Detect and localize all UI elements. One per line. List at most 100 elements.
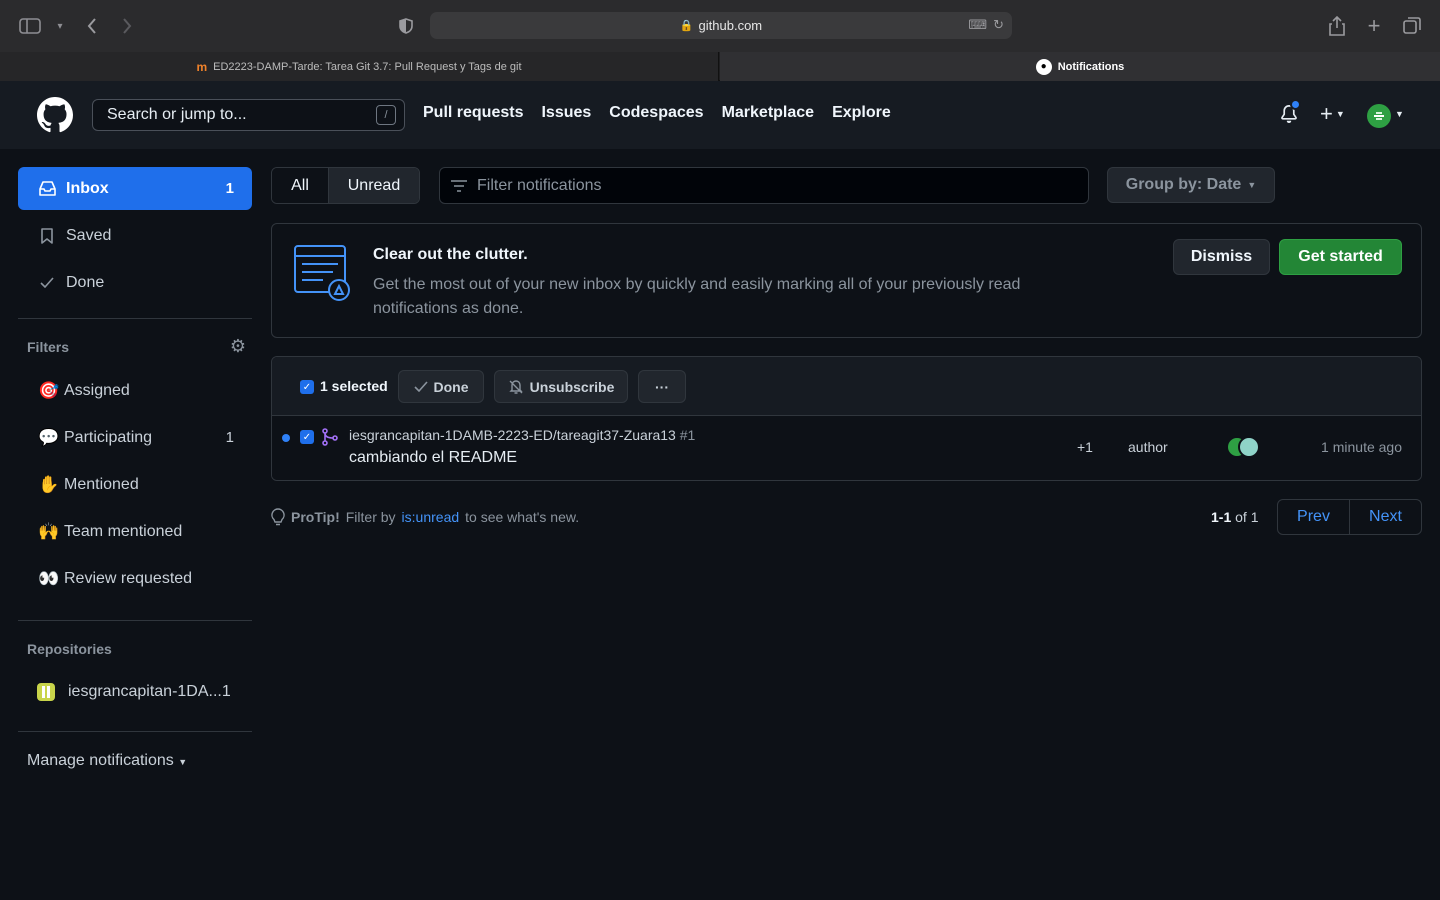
notification-row[interactable]: ✓ iesgrancapitan-1DAMB-2223-ED/tareagit3… xyxy=(272,416,1421,480)
filter-assigned[interactable]: 🎯 Assigned xyxy=(18,367,252,414)
filter-participating[interactable]: 💬 Participating 1 xyxy=(18,414,252,461)
user-avatar[interactable] xyxy=(1367,104,1391,128)
divider xyxy=(18,318,252,319)
protip-link[interactable]: is:unread xyxy=(402,509,460,525)
sidebar-item-saved[interactable]: Saved xyxy=(18,214,252,257)
top-nav: Pull requests Issues Codespaces Marketpl… xyxy=(423,104,891,122)
new-tab-icon[interactable]: + xyxy=(1362,13,1386,38)
share-icon[interactable] xyxy=(1325,14,1349,38)
pull-request-merged-icon xyxy=(322,428,338,446)
protip-text-post: to see what's new. xyxy=(465,509,580,525)
eyes-icon: 👀 xyxy=(38,568,60,588)
protip-text-pre: Filter by xyxy=(345,509,396,525)
notifications-sidebar: Inbox 1 Saved Done Filters ⚙ 🎯 Assigned … xyxy=(18,167,252,770)
prev-page-button[interactable]: Prev xyxy=(1278,500,1349,534)
dismiss-button[interactable]: Dismiss xyxy=(1173,239,1270,275)
manage-notifications-menu[interactable]: Manage notifications ▼ xyxy=(27,752,261,770)
gear-icon[interactable]: ⚙ xyxy=(230,336,246,357)
unsubscribe-button[interactable]: Unsubscribe xyxy=(494,370,628,403)
notification-time: 1 minute ago xyxy=(1321,439,1402,455)
filter-icon xyxy=(451,180,467,192)
filter-notifications-input[interactable]: Filter notifications xyxy=(439,167,1089,204)
read-filter-toggle: All Unread xyxy=(271,167,420,204)
filter-team-mentioned[interactable]: 🙌 Team mentioned xyxy=(18,508,252,555)
selected-count: 1 selected xyxy=(320,378,388,394)
tab-label: Notifications xyxy=(1057,60,1125,73)
chevron-down-icon[interactable]: ▼ xyxy=(1395,109,1404,119)
group-by-dropdown[interactable]: Group by: Date ▼ xyxy=(1107,167,1275,203)
chevron-down-icon: ▼ xyxy=(1247,180,1257,190)
unsubscribe-label: Unsubscribe xyxy=(529,378,615,395)
search-placeholder: Search or jump to... xyxy=(107,106,247,123)
avatar xyxy=(1238,436,1260,458)
page-range: 1-1 of 1 xyxy=(1211,509,1258,525)
filter-label: Review requested xyxy=(64,569,193,587)
notification-repo: iesgrancapitan-1DAMB-2223-ED/tareagit37-… xyxy=(349,427,695,443)
filter-unread-button[interactable]: Unread xyxy=(328,168,419,203)
kebab-icon: ··· xyxy=(655,378,669,395)
banner-title: Clear out the clutter. xyxy=(373,246,528,263)
get-started-button[interactable]: Get started xyxy=(1279,239,1402,275)
page-range-rest: of 1 xyxy=(1235,509,1259,525)
filter-review-requested[interactable]: 👀 Review requested xyxy=(18,555,252,602)
mark-done-button[interactable]: Done xyxy=(398,370,484,403)
sidebar-item-label: Inbox xyxy=(66,179,109,197)
filter-mentioned[interactable]: ✋ Mentioned xyxy=(18,461,252,508)
nav-pull-requests[interactable]: Pull requests xyxy=(423,104,523,122)
notification-title[interactable]: cambiando el README xyxy=(349,449,517,467)
participant-avatars xyxy=(1226,436,1262,458)
check-icon xyxy=(413,381,428,392)
inbox-icon xyxy=(38,181,56,196)
github-header: Search or jump to... / Pull requests Iss… xyxy=(0,81,1440,149)
browser-tab-moodle[interactable]: m ED2223-DAMP-Tarde: Tarea Git 3.7: Pull… xyxy=(0,52,719,81)
forward-icon[interactable] xyxy=(115,14,139,38)
nav-marketplace[interactable]: Marketplace xyxy=(722,104,815,122)
protip-label: ProTip! xyxy=(291,509,340,525)
repositories-heading: Repositories xyxy=(18,639,252,659)
browser-tab-bar: m ED2223-DAMP-Tarde: Tarea Git 3.7: Pull… xyxy=(0,52,1440,81)
browser-tab-notifications[interactable]: ● Notifications xyxy=(720,52,1440,81)
pagination: Prev Next xyxy=(1277,499,1422,535)
row-checkbox[interactable]: ✓ xyxy=(300,430,314,444)
tab-overview-icon[interactable] xyxy=(1400,14,1424,38)
shield-icon[interactable] xyxy=(394,14,418,38)
reload-icon[interactable]: ↻ xyxy=(993,17,1004,33)
nav-explore[interactable]: Explore xyxy=(832,104,891,122)
filter-all-button[interactable]: All xyxy=(272,168,328,203)
divider xyxy=(18,620,252,621)
nav-codespaces[interactable]: Codespaces xyxy=(609,104,703,122)
lightbulb-icon xyxy=(271,508,285,526)
sidebar-item-inbox[interactable]: Inbox 1 xyxy=(18,167,252,210)
translate-icon[interactable]: ⌨ xyxy=(968,17,987,33)
raised-hand-icon: ✋ xyxy=(38,474,60,494)
inbox-count: 1 xyxy=(225,180,234,197)
select-all-checkbox[interactable]: ✓ xyxy=(300,380,314,394)
repositories-heading-label: Repositories xyxy=(27,641,112,657)
sidebar-toggle-icon[interactable] xyxy=(18,14,42,38)
banner-text: Get the most out of your new inbox by qu… xyxy=(373,276,1021,317)
speech-bubble-icon: 💬 xyxy=(38,427,60,447)
search-input[interactable]: Search or jump to... / xyxy=(92,99,405,131)
filter-count: 1 xyxy=(225,429,234,446)
address-bar[interactable]: 🔒 github.com ⌨ ↻ xyxy=(430,12,1012,39)
inbox-illustration-icon xyxy=(294,245,350,301)
back-icon[interactable] xyxy=(80,14,104,38)
create-new-button[interactable]: + ▼ xyxy=(1320,103,1345,125)
github-logo-icon[interactable] xyxy=(37,97,73,133)
moodle-icon: m xyxy=(196,59,208,74)
sidebar-item-done[interactable]: Done xyxy=(18,261,252,304)
clear-clutter-banner: Clear out the clutter. Get the most out … xyxy=(271,223,1422,338)
repo-avatar-icon xyxy=(37,683,55,701)
chevron-down-icon: ▼ xyxy=(1335,109,1345,119)
manage-notifications-label: Manage notifications xyxy=(27,752,174,769)
unread-indicator xyxy=(1290,99,1301,110)
mark-done-label: Done xyxy=(433,378,469,395)
unread-dot xyxy=(282,434,290,442)
protip: ProTip! Filter by is:unread to see what'… xyxy=(271,508,579,526)
extra-count: +1 xyxy=(1077,439,1093,455)
sidebar-item-repo[interactable]: iesgrancapitan-1DA... 1 xyxy=(18,671,252,713)
more-actions-button[interactable]: ··· xyxy=(638,370,686,403)
chevron-down-icon[interactable]: ▾ xyxy=(48,14,72,38)
nav-issues[interactable]: Issues xyxy=(541,104,591,122)
next-page-button[interactable]: Next xyxy=(1349,500,1421,534)
